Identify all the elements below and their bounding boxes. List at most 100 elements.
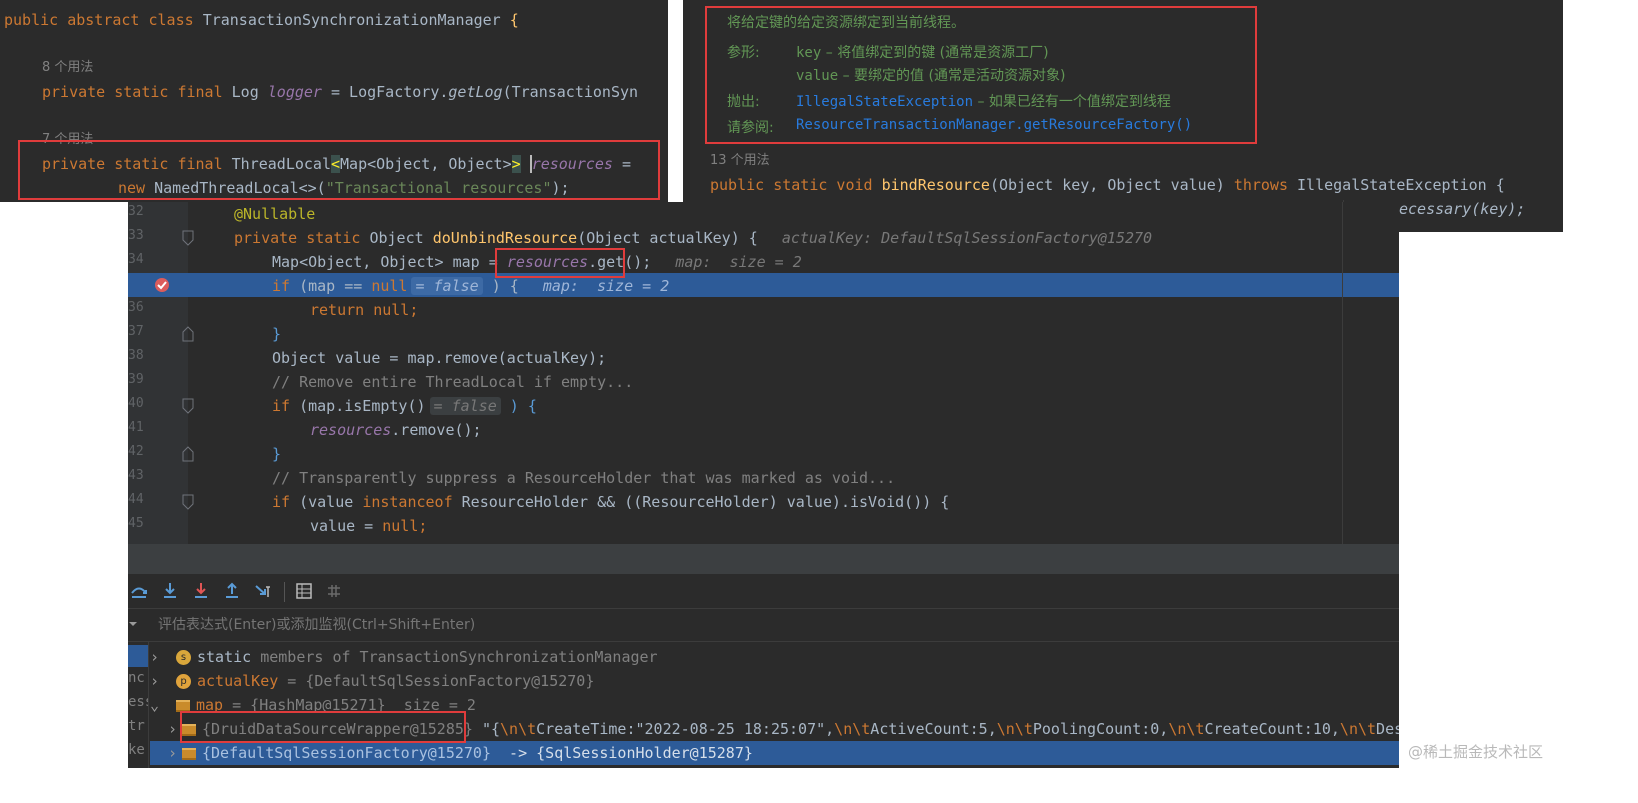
code-text: .get(); (588, 253, 652, 271)
entry-value: "{ (481, 720, 501, 738)
inline-debug-value: actualKey: DefaultSqlSessionFactory@1527… (781, 229, 1153, 247)
keyword: if (272, 277, 300, 295)
right-margin-guide (1342, 202, 1343, 544)
keyword: throws (1233, 176, 1288, 194)
frame-label[interactable]: ke (128, 742, 145, 758)
type: NamedThreadLocal<>( (154, 179, 326, 197)
keyword: instanceof (362, 493, 453, 511)
variable-row-map[interactable]: ⌄ map = {HashMap@15271} size = 2 (150, 693, 1399, 717)
line-number: 37 (128, 324, 144, 339)
code-text: ResourceHolder && ((ResourceHolder) valu… (452, 493, 950, 511)
exception-type: IllegalStateException { (1288, 176, 1505, 194)
toolbar-separator (284, 582, 285, 602)
watermark: @稀土掘金技术社区 (1408, 743, 1544, 761)
closing-brace: } (272, 445, 282, 463)
closing-brace: } (272, 325, 282, 343)
keyword: public abstract class (4, 11, 203, 29)
resources-remove-line: resources.remove(); (310, 418, 482, 442)
frame-label[interactable]: nc (128, 670, 145, 686)
usage-count[interactable]: 7 个用法 (42, 128, 93, 152)
debug-panel-header (128, 544, 1399, 574)
method-call: getLog (448, 83, 503, 101)
keyword: null (373, 301, 410, 319)
variable-row-sqlsession[interactable]: › {DefaultSqlSessionFactory@15270} -> {Sq… (150, 741, 1399, 765)
keyword: if (272, 493, 300, 511)
fold-icon[interactable] (182, 326, 194, 342)
variable-row-static[interactable]: › s static members of TransactionSynchroni… (150, 645, 1399, 669)
instanceof-line: if (value instanceof ResourceHolder && (… (272, 490, 949, 514)
see-link[interactable]: ResourceTransactionManager.getResourceFa… (796, 117, 1192, 133)
param-name: key (796, 45, 822, 61)
entry-value: DestroyCo (1376, 720, 1399, 738)
code-text: Map<Object, Object> map (272, 253, 489, 271)
resources-init-line: new NamedThreadLocal<>("Transactional re… (118, 176, 570, 200)
param-desc: – 要绑定的值 (通常是活动资源对象) (838, 68, 1066, 84)
entry-key: {DruidDataSourceWrapper@15285} (202, 720, 482, 738)
chevron-right-icon[interactable]: › (150, 645, 164, 669)
field-icon (176, 699, 190, 712)
fold-icon[interactable] (182, 398, 194, 414)
usage-count[interactable]: 8 个用法 (42, 56, 93, 80)
step-out-icon[interactable] (223, 582, 241, 600)
entry-value: PoolingCount:0, (1032, 720, 1169, 738)
type: Log (231, 83, 268, 101)
chevron-right-icon[interactable]: › (168, 717, 182, 741)
variable-value: = {DefaultSqlSessionFactory@15270} (278, 672, 595, 690)
annotation-nullable: @Nullable (234, 205, 316, 223)
escape-seq: \n\t (1339, 720, 1377, 738)
trace-stream-icon[interactable] (325, 582, 343, 600)
return-null-line: return null; (310, 298, 418, 322)
variables-tree: › s static members of TransactionSynchroni… (150, 645, 1399, 768)
line-number: 34 (128, 252, 144, 267)
keyword: new (118, 179, 155, 197)
field-name[interactable]: resources (529, 155, 613, 173)
breakpoint-icon[interactable] (154, 277, 170, 293)
keyword: null (371, 277, 408, 295)
bind-resource-signature: public static void bindResource(Object k… (710, 173, 1505, 197)
frame-label[interactable]: ess (128, 694, 148, 710)
usage-count[interactable]: 13 个用法 (710, 149, 770, 173)
line-number: 36 (128, 300, 144, 315)
step-into-icon[interactable] (161, 582, 179, 600)
variable-row-actualkey[interactable]: › p actualKey = {DefaultSqlSessionFactory@… (150, 669, 1399, 693)
fold-icon[interactable] (182, 230, 194, 246)
type: ThreadLocal (231, 155, 331, 173)
inline-hint: = false (411, 277, 483, 295)
entry-value: CreateTime:"2022-08-25 18:25:07", (536, 720, 835, 738)
brace: { (500, 11, 519, 29)
entry-value: -> {SqlSessionHolder@15287} (490, 744, 753, 762)
chevron-down-icon[interactable]: ⌄ (150, 693, 164, 717)
code-text: value = (310, 517, 383, 535)
frame-label[interactable]: tr (128, 718, 145, 734)
code-text: (TransactionSyn (502, 83, 639, 101)
comment-line: // Remove entire ThreadLocal if empty... (272, 373, 634, 391)
if-empty-line: if (map.isEmpty() = false ) { (272, 394, 537, 418)
line-number: 42 (128, 444, 144, 459)
map-remove-line: Object value = map.remove(actualKey); (272, 349, 607, 367)
code-text: = LogFactory. (321, 83, 449, 101)
variable-row-druid[interactable]: › {DruidDataSourceWrapper@15285} "{\n\tCr… (150, 717, 1399, 741)
escape-seq: \n\t (500, 720, 537, 738)
evaluate-expression-input[interactable] (156, 613, 1360, 637)
static-icon: s (176, 650, 191, 665)
chevron-right-icon[interactable]: › (168, 741, 182, 765)
chevron-right-icon[interactable]: › (150, 669, 164, 693)
param-name: value (796, 68, 839, 84)
code-text: (map == (299, 277, 372, 295)
comment-line: // Transparently suppress a ResourceHold… (272, 469, 896, 487)
fold-icon[interactable] (182, 494, 194, 510)
run-to-cursor-icon[interactable] (255, 582, 275, 600)
code-text: ); (551, 179, 570, 197)
generic-type: Map<Object, Object> (340, 155, 512, 173)
step-over-icon[interactable] (130, 582, 148, 600)
force-step-into-icon[interactable] (192, 582, 210, 600)
throws-link[interactable]: IllegalStateException (796, 94, 973, 110)
evaluate-expression-icon[interactable] (295, 582, 313, 600)
fold-icon[interactable] (182, 446, 194, 462)
escape-seq: \n\t (1168, 720, 1205, 738)
keyword: private static final (42, 155, 232, 173)
entry-key: {DefaultSqlSessionFactory@15270} (202, 744, 491, 762)
chevron-down-icon[interactable] (128, 619, 138, 629)
top-left-code-panel: public abstract class TransactionSynchro… (0, 0, 668, 202)
variable-name: static (197, 648, 252, 666)
